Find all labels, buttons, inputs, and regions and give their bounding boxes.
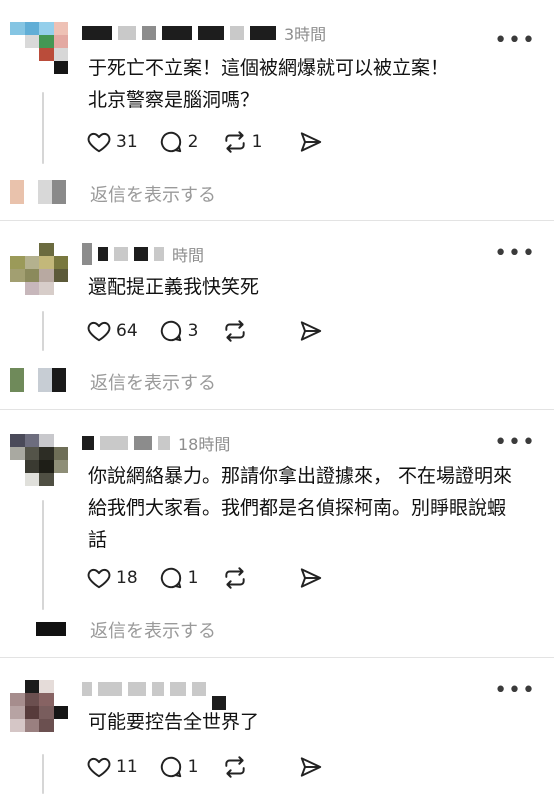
comment-text: 還配提正義我快笑死 bbox=[88, 271, 538, 303]
action-bar: 11 1 bbox=[86, 753, 344, 781]
text-line: 于死亡不立案！這個被網爆就可以被立案！ bbox=[88, 57, 450, 79]
more-horizontal-icon[interactable]: ••• bbox=[494, 432, 536, 454]
comment-button[interactable]: 1 bbox=[158, 754, 202, 780]
text-line: 給我們大家看。我們都是名偵探柯南。別睜眼說蝦 bbox=[88, 497, 507, 519]
repost-arrows-icon bbox=[224, 131, 245, 153]
repost-button[interactable] bbox=[222, 565, 266, 591]
like-count: 11 bbox=[116, 757, 138, 777]
comment-button[interactable]: 3 bbox=[158, 318, 202, 344]
post-time: 時間 bbox=[172, 246, 205, 265]
username-row[interactable]: 時間 bbox=[82, 243, 204, 265]
comment-post: 時間 ••• 還配提正義我快笑死 64 3 返信を表示する bbox=[0, 221, 554, 409]
comment-button[interactable]: 2 bbox=[158, 129, 202, 155]
show-replies-row: 返信を表示する bbox=[0, 368, 554, 394]
like-count: 31 bbox=[116, 132, 138, 152]
send-icon bbox=[300, 132, 321, 152]
avatar[interactable] bbox=[10, 434, 68, 486]
send-icon bbox=[300, 321, 321, 341]
comment-bubble-icon bbox=[160, 756, 181, 778]
repost-arrows-icon bbox=[224, 567, 245, 589]
action-bar: 31 2 1 bbox=[86, 128, 344, 156]
show-replies-row: 返信を表示する bbox=[0, 180, 554, 206]
like-count: 18 bbox=[116, 568, 138, 588]
reply-avatar bbox=[10, 368, 66, 392]
like-count: 64 bbox=[116, 321, 138, 341]
comment-text: 可能要控告全世界了 bbox=[88, 706, 538, 738]
more-horizontal-icon[interactable]: ••• bbox=[494, 680, 536, 702]
repost-button[interactable]: 1 bbox=[222, 129, 266, 155]
reply-avatar bbox=[10, 180, 66, 204]
username-row[interactable] bbox=[82, 678, 232, 710]
send-icon bbox=[300, 757, 321, 777]
comment-post: ••• 可能要控告全世界了 11 1 bbox=[0, 658, 554, 800]
heart-icon bbox=[87, 568, 111, 589]
username-row[interactable]: 18時間 bbox=[82, 432, 230, 454]
repost-button[interactable] bbox=[222, 754, 266, 780]
like-button[interactable]: 18 bbox=[86, 565, 138, 591]
reply-avatar bbox=[36, 616, 66, 640]
heart-icon bbox=[87, 321, 111, 342]
thread-line bbox=[42, 311, 44, 351]
post-time: 3時間 bbox=[284, 25, 327, 44]
heart-icon bbox=[87, 132, 111, 153]
comment-post: 3時間 ••• 于死亡不立案！這個被網爆就可以被立案！ 北京警察是腦洞嗎？ 31… bbox=[0, 0, 554, 220]
repost-arrows-icon bbox=[224, 756, 245, 778]
thread-line bbox=[42, 92, 44, 164]
thread-line bbox=[42, 500, 44, 610]
text-line: 北京警察是腦洞嗎？ bbox=[88, 89, 260, 111]
text-line: 還配提正義我快笑死 bbox=[88, 276, 260, 298]
share-button[interactable] bbox=[298, 754, 324, 780]
text-line: 可能要控告全世界了 bbox=[88, 711, 260, 733]
comment-count: 1 bbox=[187, 568, 199, 588]
avatar[interactable] bbox=[10, 680, 68, 732]
action-bar: 64 3 bbox=[86, 317, 344, 345]
share-button[interactable] bbox=[298, 565, 324, 591]
show-replies-link[interactable]: 返信を表示する bbox=[90, 617, 216, 643]
share-button[interactable] bbox=[298, 129, 324, 155]
thread-line bbox=[42, 754, 44, 794]
like-button[interactable]: 31 bbox=[86, 129, 138, 155]
show-replies-link[interactable]: 返信を表示する bbox=[90, 369, 216, 395]
comment-count: 3 bbox=[187, 321, 199, 341]
username-row[interactable]: 3時間 bbox=[82, 22, 326, 44]
comment-bubble-icon bbox=[160, 131, 181, 153]
send-icon bbox=[300, 568, 321, 588]
text-line: 你說網絡暴力。那請你拿出證據來， 不在場證明來 bbox=[88, 465, 513, 487]
comment-text: 你說網絡暴力。那請你拿出證據來， 不在場證明來 給我們大家看。我們都是名偵探柯南… bbox=[88, 460, 538, 556]
more-horizontal-icon[interactable]: ••• bbox=[494, 30, 536, 52]
show-replies-link[interactable]: 返信を表示する bbox=[90, 181, 216, 207]
text-line: 話 bbox=[88, 529, 108, 551]
post-time: 18時間 bbox=[178, 435, 231, 454]
share-button[interactable] bbox=[298, 318, 324, 344]
comment-count: 2 bbox=[187, 132, 199, 152]
heart-icon bbox=[87, 757, 111, 778]
like-button[interactable]: 64 bbox=[86, 318, 138, 344]
repost-button[interactable] bbox=[222, 318, 266, 344]
action-bar: 18 1 bbox=[86, 564, 344, 592]
comment-count: 1 bbox=[187, 757, 199, 777]
comment-text: 于死亡不立案！這個被網爆就可以被立案！ 北京警察是腦洞嗎？ bbox=[88, 52, 538, 116]
comment-button[interactable]: 1 bbox=[158, 565, 202, 591]
more-horizontal-icon[interactable]: ••• bbox=[494, 243, 536, 265]
comment-bubble-icon bbox=[160, 567, 181, 589]
repost-arrows-icon bbox=[224, 320, 245, 342]
avatar[interactable] bbox=[10, 243, 68, 295]
repost-count: 1 bbox=[251, 132, 263, 152]
comment-bubble-icon bbox=[160, 320, 181, 342]
show-replies-row: 返信を表示する bbox=[0, 616, 554, 642]
avatar[interactable] bbox=[10, 22, 68, 74]
like-button[interactable]: 11 bbox=[86, 754, 138, 780]
comment-post: 18時間 ••• 你說網絡暴力。那請你拿出證據來， 不在場證明來 給我們大家看。… bbox=[0, 410, 554, 657]
